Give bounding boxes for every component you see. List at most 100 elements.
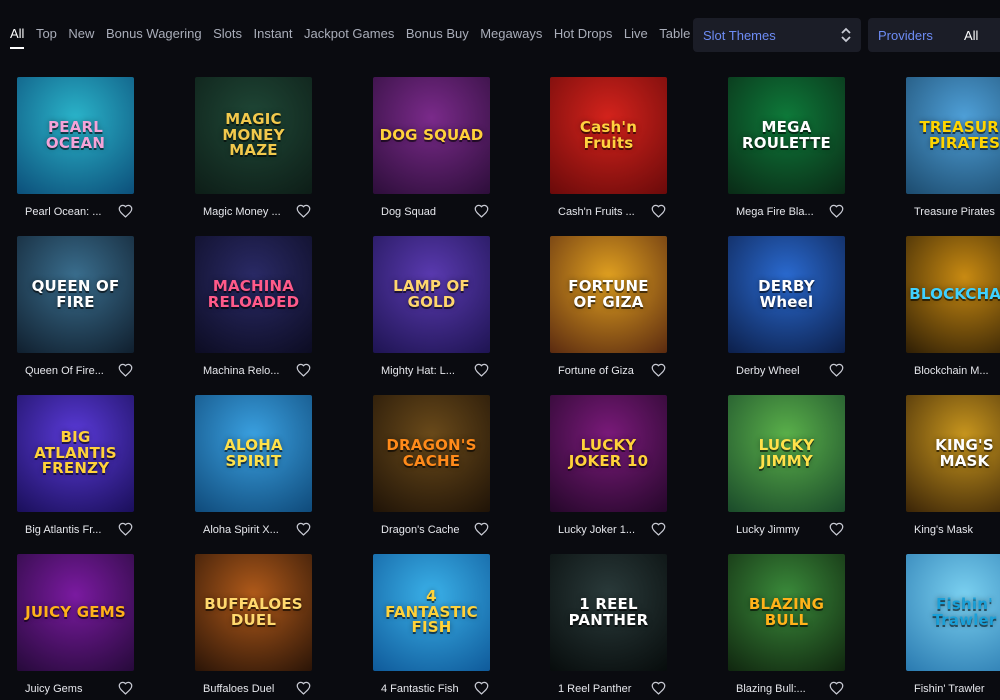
game-title[interactable]: Mighty Hat: L... [381, 365, 473, 377]
game-thumbnail[interactable]: MEGA ROULETTE [728, 77, 845, 194]
game-card[interactable]: MACHINA RELOADED Machina Relo... [195, 236, 313, 381]
game-card[interactable]: Fishin' Trawler Fishin' Trawler [906, 554, 1000, 699]
game-title[interactable]: Treasure Pirates [914, 206, 1000, 218]
tab-bonus-wagering[interactable]: Bonus Wagering [106, 26, 202, 49]
game-thumbnail[interactable]: DOG SQUAD [373, 77, 490, 194]
game-thumbnail[interactable]: 1 REEL PANTHER [550, 554, 667, 671]
game-card[interactable]: BUFFALOES DUEL Buffaloes Duel [195, 554, 313, 699]
favorite-heart-icon[interactable] [118, 204, 133, 218]
game-title[interactable]: Lucky Joker 1... [558, 524, 650, 536]
favorite-heart-icon[interactable] [651, 204, 666, 218]
tab-new[interactable]: New [68, 26, 94, 49]
favorite-heart-icon[interactable] [651, 681, 666, 695]
favorite-heart-icon[interactable] [296, 522, 311, 536]
game-thumbnail[interactable]: ALOHA SPIRIT [195, 395, 312, 512]
providers-select[interactable]: Providers All [868, 18, 1000, 52]
game-thumbnail[interactable]: QUEEN OF FIRE [17, 236, 134, 353]
game-card[interactable]: PEARL OCEAN Pearl Ocean: ... [17, 77, 135, 222]
game-thumbnail[interactable]: KING'S MASK [906, 395, 1000, 512]
game-card[interactable]: ALOHA SPIRIT Aloha Spirit X... [195, 395, 313, 540]
game-card[interactable]: LUCKY JOKER 10 Lucky Joker 1... [550, 395, 668, 540]
game-title[interactable]: Derby Wheel [736, 365, 828, 377]
favorite-heart-icon[interactable] [651, 363, 666, 377]
game-card[interactable]: 4 FANTASTIC FISH 4 Fantastic Fish [373, 554, 491, 699]
tab-bonus-buy[interactable]: Bonus Buy [406, 26, 469, 49]
game-card[interactable]: DRAGON'S CACHE Dragon's Cache [373, 395, 491, 540]
game-title[interactable]: Buffaloes Duel [203, 683, 295, 695]
game-card[interactable]: QUEEN OF FIRE Queen Of Fire... [17, 236, 135, 381]
game-title[interactable]: Mega Fire Bla... [736, 206, 828, 218]
game-title[interactable]: Fishin' Trawler [914, 683, 1000, 695]
tab-top[interactable]: Top [36, 26, 57, 49]
game-card[interactable]: MEGA ROULETTE Mega Fire Bla... [728, 77, 846, 222]
game-title[interactable]: Blazing Bull:... [736, 683, 828, 695]
slot-themes-select[interactable]: Slot Themes [693, 18, 861, 52]
game-title[interactable]: Fortune of Giza [558, 365, 650, 377]
game-card[interactable]: TREASURE PIRATES Treasure Pirates [906, 77, 1000, 222]
game-title[interactable]: King's Mask [914, 524, 1000, 536]
game-thumbnail[interactable]: LAMP OF GOLD [373, 236, 490, 353]
game-title[interactable]: Queen Of Fire... [25, 365, 117, 377]
game-card[interactable]: LAMP OF GOLD Mighty Hat: L... [373, 236, 491, 381]
game-card[interactable]: FORTUNE OF GIZA Fortune of Giza [550, 236, 668, 381]
game-title[interactable]: 1 Reel Panther [558, 683, 650, 695]
tab-megaways[interactable]: Megaways [480, 26, 542, 49]
game-title[interactable]: Juicy Gems [25, 683, 117, 695]
game-thumbnail[interactable]: Cash'n Fruits [550, 77, 667, 194]
game-title[interactable]: Blockchain M... [914, 365, 1000, 377]
favorite-heart-icon[interactable] [296, 204, 311, 218]
favorite-heart-icon[interactable] [829, 681, 844, 695]
game-thumbnail[interactable]: BLAZING BULL [728, 554, 845, 671]
favorite-heart-icon[interactable] [474, 522, 489, 536]
favorite-heart-icon[interactable] [118, 522, 133, 536]
game-title[interactable]: Magic Money ... [203, 206, 295, 218]
favorite-heart-icon[interactable] [829, 204, 844, 218]
game-card[interactable]: DERBY Wheel Derby Wheel [728, 236, 846, 381]
favorite-heart-icon[interactable] [651, 522, 666, 536]
game-thumbnail[interactable]: MAGIC MONEY MAZE [195, 77, 312, 194]
tab-instant[interactable]: Instant [253, 26, 292, 49]
game-card[interactable]: MAGIC MONEY MAZE Magic Money ... [195, 77, 313, 222]
game-title[interactable]: Lucky Jimmy [736, 524, 828, 536]
favorite-heart-icon[interactable] [296, 363, 311, 377]
tab-table[interactable]: Table [659, 26, 690, 49]
favorite-heart-icon[interactable] [474, 204, 489, 218]
game-card[interactable]: BIG ATLANTIS FRENZY Big Atlantis Fr... [17, 395, 135, 540]
favorite-heart-icon[interactable] [829, 363, 844, 377]
tab-jackpot-games[interactable]: Jackpot Games [304, 26, 394, 49]
favorite-heart-icon[interactable] [118, 681, 133, 695]
game-card[interactable]: LUCKY JIMMY Lucky Jimmy [728, 395, 846, 540]
game-thumbnail[interactable]: JUICY GEMS [17, 554, 134, 671]
game-thumbnail[interactable]: DRAGON'S CACHE [373, 395, 490, 512]
game-title[interactable]: Pearl Ocean: ... [25, 206, 117, 218]
favorite-heart-icon[interactable] [474, 363, 489, 377]
game-thumbnail[interactable]: LUCKY JOKER 10 [550, 395, 667, 512]
game-thumbnail[interactable]: PEARL OCEAN [17, 77, 134, 194]
game-title[interactable]: Cash'n Fruits ... [558, 206, 650, 218]
tab-all[interactable]: All [10, 26, 25, 49]
game-thumbnail[interactable]: BIG ATLANTIS FRENZY [17, 395, 134, 512]
game-card[interactable]: BLOCKCHAIN Blockchain M... [906, 236, 1000, 381]
tab-slots[interactable]: Slots [213, 26, 242, 49]
game-card[interactable]: BLAZING BULL Blazing Bull:... [728, 554, 846, 699]
game-thumbnail[interactable]: Fishin' Trawler [906, 554, 1000, 671]
game-thumbnail[interactable]: BUFFALOES DUEL [195, 554, 312, 671]
tab-live[interactable]: Live [624, 26, 648, 49]
tab-hot-drops[interactable]: Hot Drops [554, 26, 613, 49]
game-card[interactable]: KING'S MASK King's Mask [906, 395, 1000, 540]
game-thumbnail[interactable]: DERBY Wheel [728, 236, 845, 353]
game-title[interactable]: Machina Relo... [203, 365, 295, 377]
game-thumbnail[interactable]: BLOCKCHAIN [906, 236, 1000, 353]
game-title[interactable]: Big Atlantis Fr... [25, 524, 117, 536]
game-thumbnail[interactable]: LUCKY JIMMY [728, 395, 845, 512]
game-title[interactable]: Aloha Spirit X... [203, 524, 295, 536]
game-thumbnail[interactable]: FORTUNE OF GIZA [550, 236, 667, 353]
favorite-heart-icon[interactable] [829, 522, 844, 536]
favorite-heart-icon[interactable] [474, 681, 489, 695]
game-card[interactable]: JUICY GEMS Juicy Gems [17, 554, 135, 699]
game-card[interactable]: DOG SQUAD Dog Squad [373, 77, 491, 222]
game-title[interactable]: 4 Fantastic Fish [381, 683, 473, 695]
favorite-heart-icon[interactable] [296, 681, 311, 695]
game-title[interactable]: Dragon's Cache [381, 524, 473, 536]
favorite-heart-icon[interactable] [118, 363, 133, 377]
